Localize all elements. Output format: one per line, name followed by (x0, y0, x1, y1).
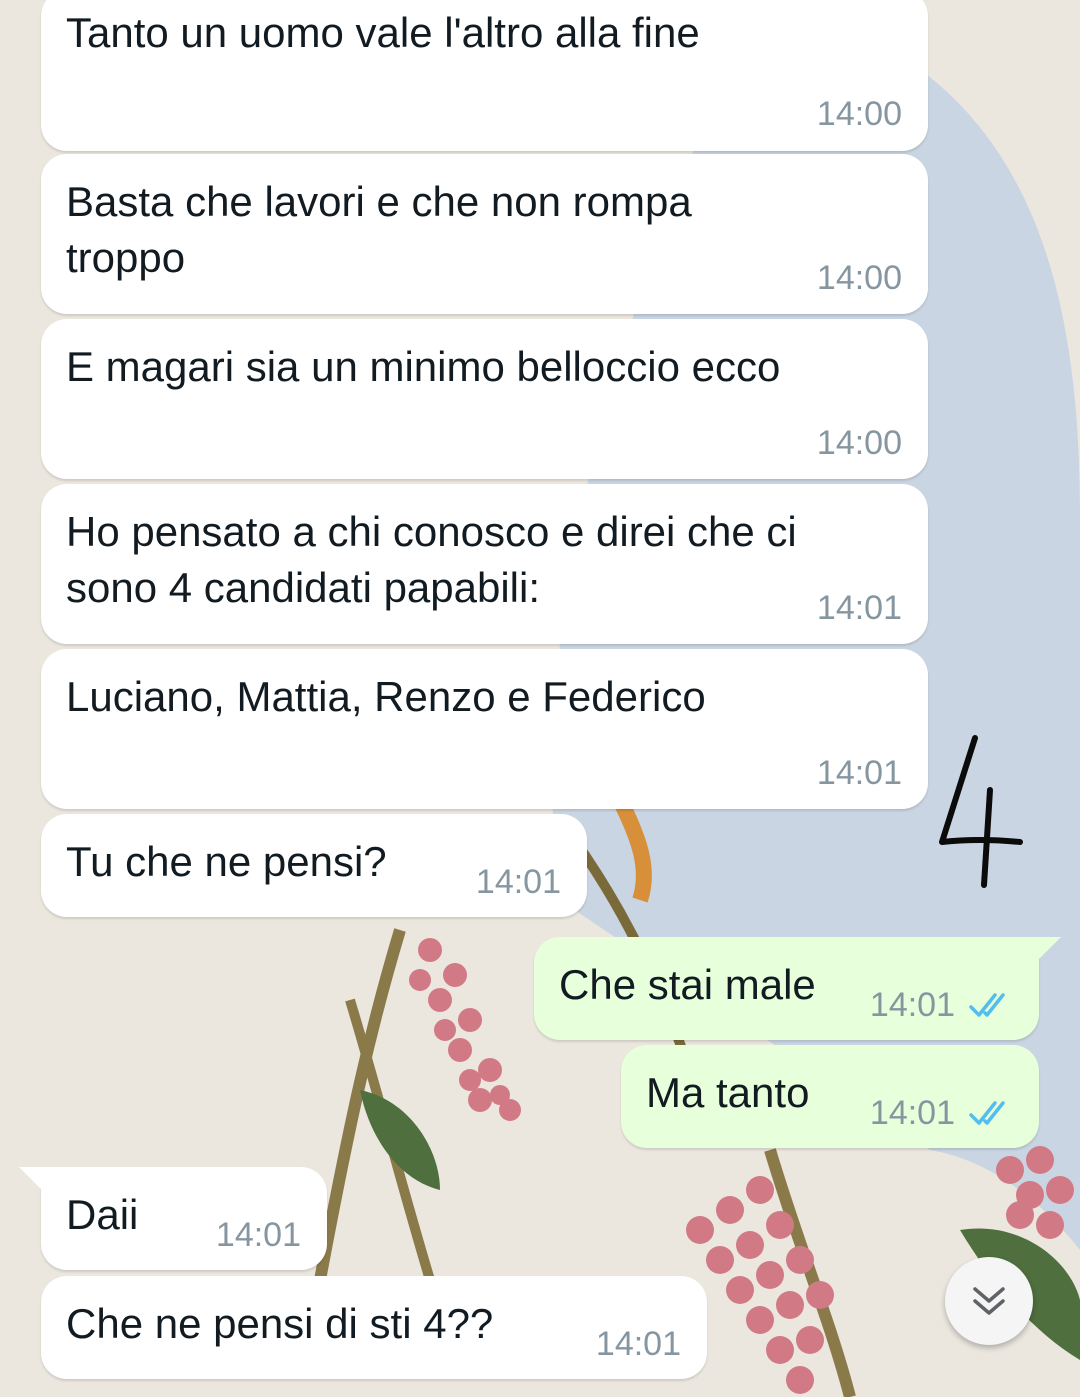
message-time: 14:01 (215, 1216, 301, 1254)
message-bubble[interactable]: Che stai male 14:01 (534, 937, 1061, 1040)
message-meta: 14:00 (817, 258, 902, 298)
message-time: 14:01 (475, 863, 561, 901)
scroll-to-bottom-button[interactable] (945, 1257, 1033, 1345)
double-chevron-down-icon (973, 1287, 1005, 1315)
message-text: Tu che ne pensi? (66, 838, 387, 885)
message-time: 14:01 (595, 1325, 681, 1363)
message-time: 14:00 (816, 424, 902, 462)
message-text: Che ne pensi di sti 4?? (66, 1300, 494, 1347)
message-text: Tanto un uomo vale l'altro alla fine (66, 9, 700, 56)
message-meta: 14:01 (596, 1324, 681, 1364)
annotation-text: 4 (930, 730, 931, 731)
message-meta: 14:01 (870, 985, 1013, 1025)
double-check-read-icon (969, 993, 1005, 1017)
message-text: E magari sia un minimo belloccio ecco (66, 343, 781, 390)
message-time: 14:00 (816, 259, 902, 297)
message-meta: 14:01 (476, 862, 561, 902)
message-text: Luciano, Mattia, Renzo e Federico (66, 673, 706, 720)
message-time: 14:01 (869, 1094, 955, 1132)
message-bubble[interactable]: Che ne pensi di sti 4?? 14:01 (41, 1276, 707, 1379)
message-text: Basta che lavori e che non rompa troppo (66, 178, 692, 281)
message-meta: 14:01 (870, 1093, 1013, 1133)
message-text: Daii (66, 1191, 139, 1238)
message-list[interactable]: Tanto un uomo vale l'altro alla fine 14:… (0, 0, 1080, 1397)
message-meta: 14:00 (817, 423, 902, 463)
handwritten-annotation: 4 (930, 730, 1023, 888)
message-text: Ma tanto (646, 1069, 810, 1116)
message-meta: 14:01 (817, 753, 902, 793)
message-bubble[interactable]: E magari sia un minimo belloccio ecco 14… (41, 319, 928, 479)
message-text: Ho pensato a chi conosco e direi che ci … (66, 508, 797, 611)
message-bubble[interactable]: Basta che lavori e che non rompa troppo … (41, 154, 928, 314)
message-meta: 14:00 (817, 94, 902, 134)
message-time: 14:01 (816, 589, 902, 627)
message-time: 14:01 (869, 986, 955, 1024)
message-time: 14:01 (816, 754, 902, 792)
double-check-read-icon (969, 1101, 1005, 1125)
message-bubble[interactable]: Tu che ne pensi? 14:01 (41, 814, 587, 917)
message-text: Che stai male (559, 961, 816, 1008)
message-bubble[interactable]: Tanto un uomo vale l'altro alla fine 14:… (41, 0, 928, 151)
message-meta: 14:01 (216, 1215, 301, 1255)
message-time: 14:00 (816, 95, 902, 133)
message-meta: 14:01 (817, 588, 902, 628)
message-bubble[interactable]: Ma tanto 14:01 (621, 1045, 1039, 1148)
message-bubble[interactable]: Luciano, Mattia, Renzo e Federico 14:01 (41, 649, 928, 809)
message-bubble[interactable]: Daii 14:01 (19, 1167, 327, 1270)
message-bubble[interactable]: Ho pensato a chi conosco e direi che ci … (41, 484, 928, 644)
